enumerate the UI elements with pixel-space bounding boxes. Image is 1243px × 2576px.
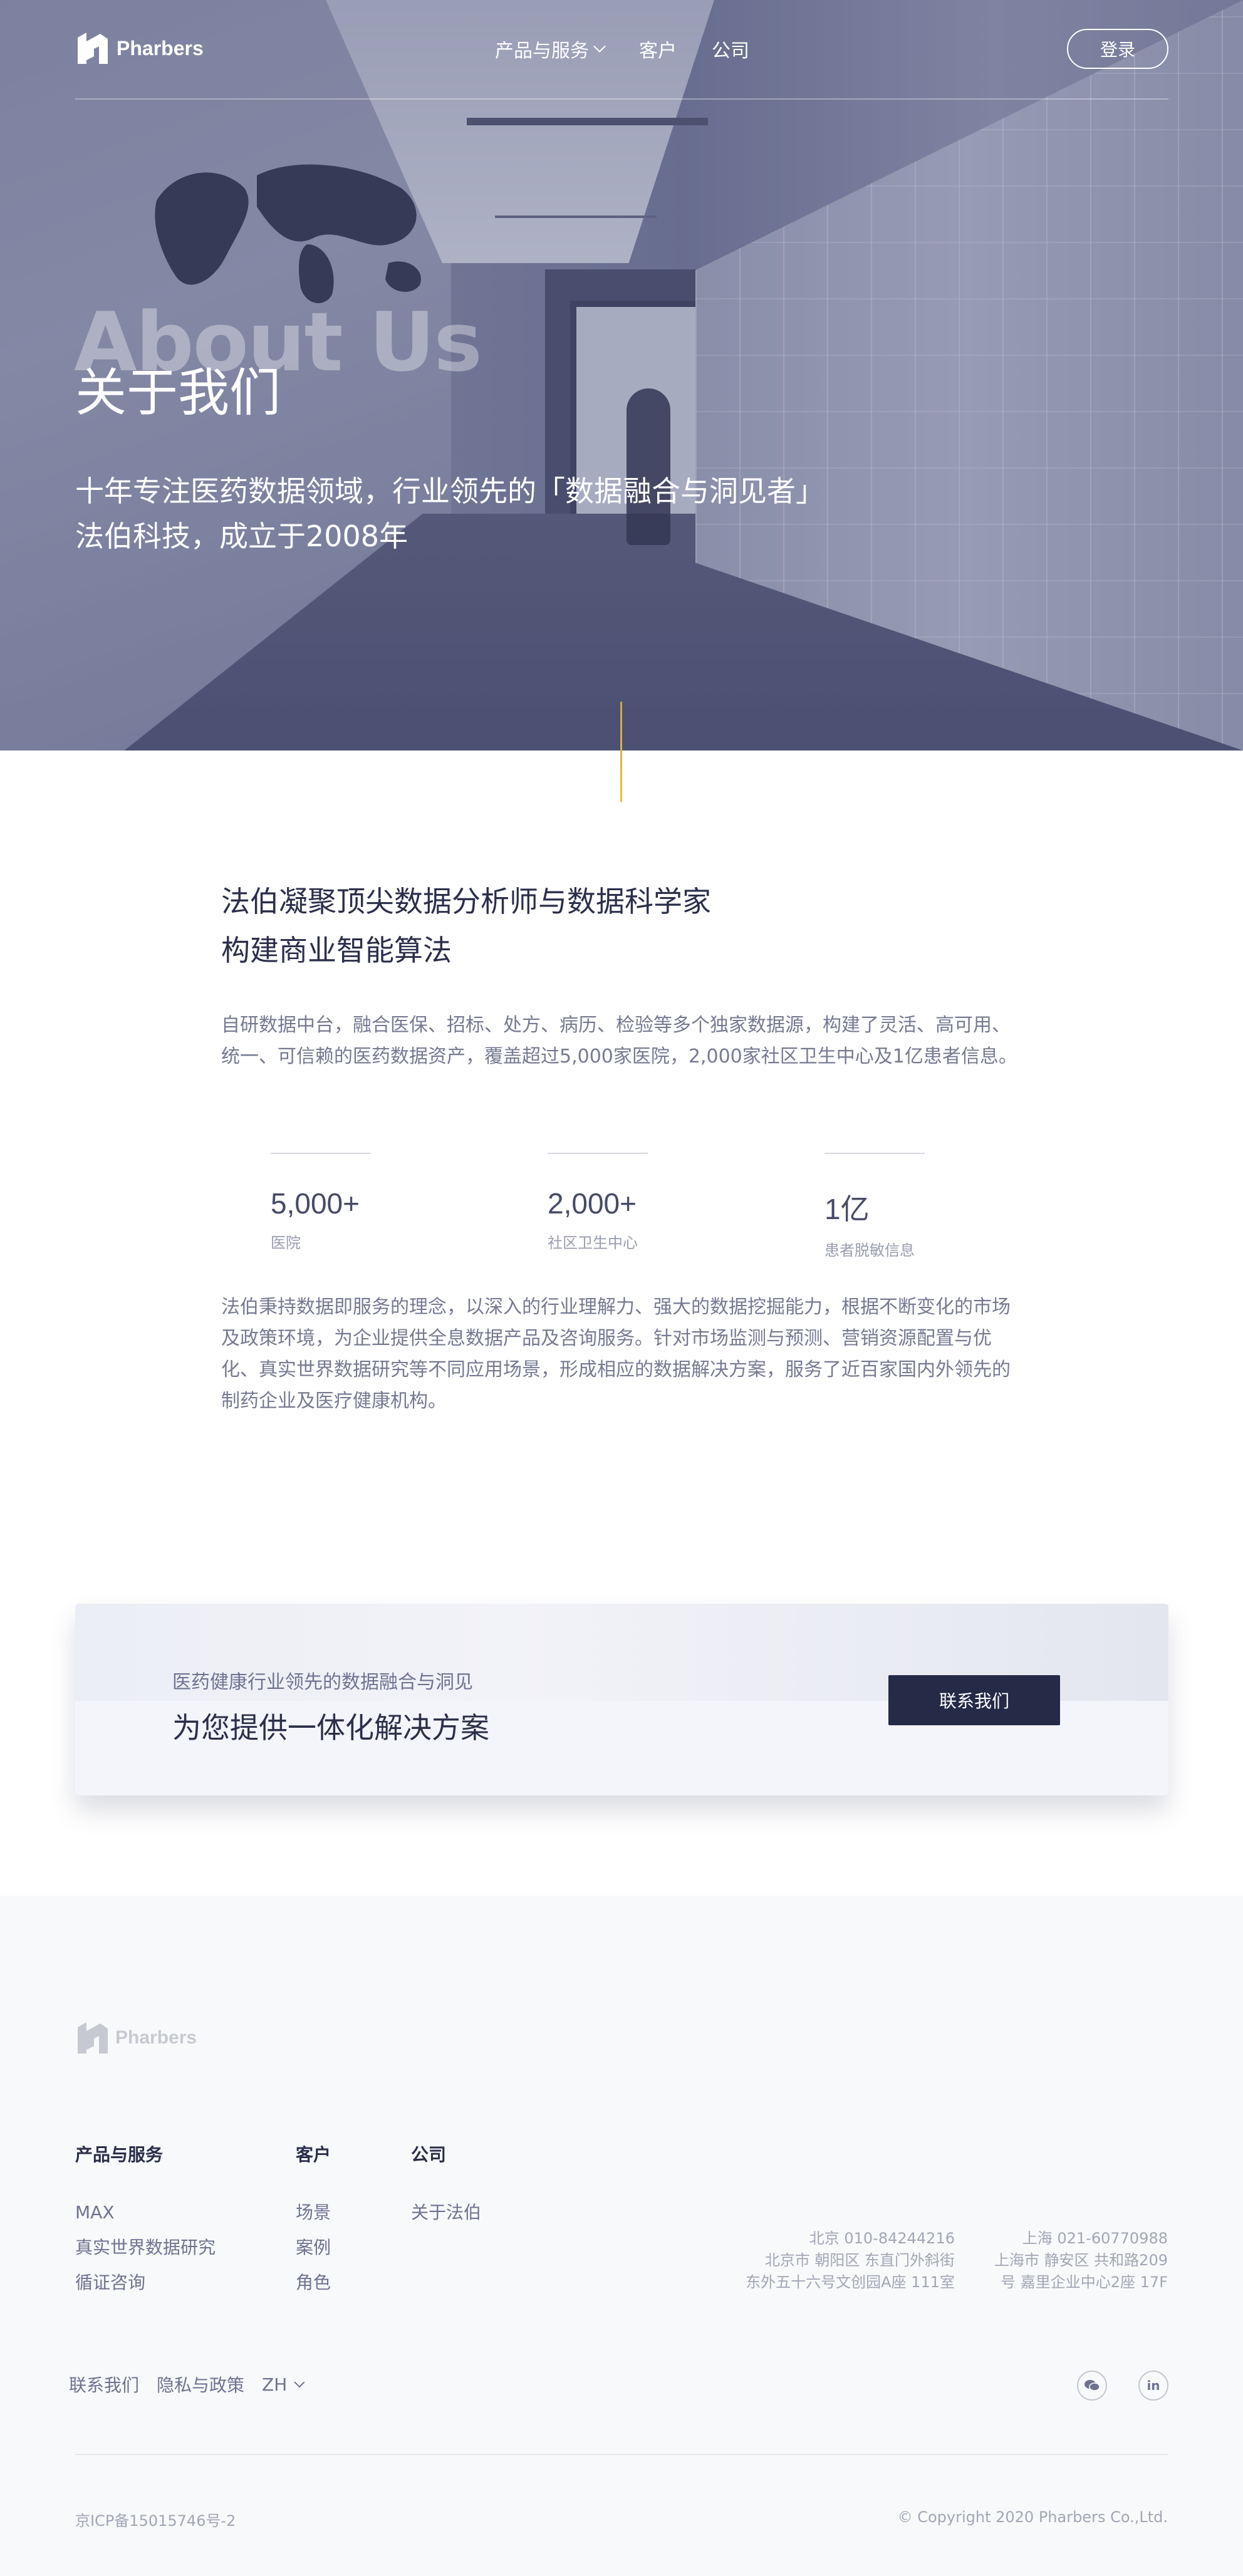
language-selector[interactable]: ZH [262, 2374, 305, 2395]
scroll-indicator-line [620, 702, 622, 802]
stat-divider [824, 1153, 925, 1154]
office-address: 东外五十六号文创园A座 111室 [746, 2273, 955, 2291]
nav-item-label: 产品与服务 [495, 40, 589, 62]
pharbers-logo-icon [78, 2022, 108, 2054]
footer-link-consulting[interactable]: 循证咨询 [75, 2265, 216, 2300]
footer-column-heading: 客户 [296, 2144, 331, 2165]
stat-label: 医院 [271, 1234, 301, 1252]
about-paragraph: 自研数据中台，融合医保、招标、处方、病历、检验等多个独家数据源，构建了灵活、高可… [221, 1014, 1017, 1067]
stat-divider [548, 1153, 648, 1154]
office-address: 上海市 静安区 共和路209 [994, 2251, 1168, 2269]
office-phone: 北京 010-84244216 [809, 2230, 955, 2247]
footer-link-scenarios[interactable]: 场景 [296, 2195, 331, 2230]
linkedin-icon[interactable]: in [1138, 2371, 1168, 2401]
footer-link-max[interactable]: MAX [75, 2195, 216, 2230]
stat-value: 1亿 [824, 1193, 870, 1225]
stat-patients: 1亿 患者脱敏信息 [824, 1153, 925, 1260]
pharbers-logo-icon [78, 33, 108, 64]
nav-item-label: 客户 [639, 40, 677, 62]
stat-hospitals: 5,000+ 医院 [271, 1153, 371, 1252]
about-heading: 法伯凝聚顶尖数据分析师与数据科学家 构建商业智能算法 [221, 877, 1023, 975]
copyright: © Copyright 2020 Pharbers Co.,Ltd. [897, 2508, 1168, 2526]
contact-us-button[interactable]: 联系我们 [888, 1675, 1060, 1725]
stat-label: 患者脱敏信息 [824, 1242, 915, 1259]
office-address: 北京市 朝阳区 东直门外斜街 [764, 2251, 955, 2269]
footer-link-roles[interactable]: 角色 [296, 2265, 331, 2300]
cta-subtitle: 医药健康行业领先的数据融合与洞见 [172, 1671, 473, 1693]
office-address: 号 嘉里企业中心2座 17F [1001, 2273, 1168, 2291]
nav-item-label: 公司 [712, 40, 749, 62]
footer-column-products: 产品与服务 MAX 真实世界数据研究 循证咨询 [75, 2141, 216, 2300]
top-nav: Pharbers 产品与服务 客户 公司 登录 [0, 0, 1243, 100]
footer-column-heading: 产品与服务 [75, 2144, 164, 2165]
wechat-glyph [1084, 2380, 1100, 2391]
hero-subtitle-line2: 法伯科技，成立于2008年 [75, 519, 408, 553]
footer-column-company: 公司 关于法伯 [411, 2141, 481, 2230]
stat-value: 5,000+ [271, 1187, 360, 1220]
icp-license: 京ICP备15015746号-2 [75, 2512, 236, 2530]
hero-subtitle: 十年专注医药数据领域，行业领先的「数据融合与洞见者」 法伯科技，成立于2008年 [75, 469, 824, 559]
nav-divider [75, 98, 1168, 100]
cta-card: 医药健康行业领先的数据融合与洞见 为您提供一体化解决方案 联系我们 [75, 1604, 1168, 1795]
footer-column-clients: 客户 场景 案例 角色 [296, 2141, 331, 2300]
brand-logo[interactable]: Pharbers [75, 29, 204, 68]
nav-item-company[interactable]: 公司 [712, 35, 749, 63]
about-section: 法伯凝聚顶尖数据分析师与数据科学家 构建商业智能算法 自研数据中台，融合医保、招… [221, 877, 1023, 1072]
chevron-down-icon [294, 2377, 305, 2388]
footer-link-rwd[interactable]: 真实世界数据研究 [75, 2230, 216, 2265]
about-heading-line2: 构建商业智能算法 [221, 933, 452, 967]
office-beijing: 北京 010-84244216 北京市 朝阳区 东直门外斜街 东外五十六号文创园… [746, 2228, 955, 2293]
nav-menu: 产品与服务 客户 公司 [495, 35, 749, 63]
footer-link-cases[interactable]: 案例 [296, 2230, 331, 2265]
language-label: ZH [262, 2374, 288, 2395]
footer-link-about[interactable]: 关于法伯 [411, 2195, 481, 2230]
login-button[interactable]: 登录 [1067, 29, 1168, 69]
footer-contact-link[interactable]: 联系我们 [69, 2372, 139, 2397]
footer-logo[interactable]: Pharbers [75, 2018, 197, 2057]
brand-name: Pharbers [117, 36, 204, 60]
nav-item-clients[interactable]: 客户 [639, 35, 677, 63]
footer-brand-name: Pharbers [115, 2027, 197, 2048]
stats-row: 5,000+ 医院 2,000+ 社区卫生中心 1亿 患者脱敏信息 [221, 1153, 1023, 1259]
footer-column-heading: 公司 [411, 2144, 447, 2165]
stat-community-centers: 2,000+ 社区卫生中心 [548, 1153, 648, 1252]
stat-value: 2,000+ [548, 1187, 637, 1220]
page-title: 关于我们 [75, 363, 281, 423]
nav-item-products[interactable]: 产品与服务 [495, 35, 606, 63]
about-paragraph-2: 法伯秉持数据即服务的理念，以深入的行业理解力、强大的数据挖掘能力，根据不断变化的… [221, 1296, 1011, 1412]
stat-divider [271, 1153, 371, 1154]
office-phone: 上海 021-60770988 [1022, 2230, 1168, 2247]
footer-bottom-links: 联系我们 隐私与政策 ZH [69, 2372, 305, 2397]
office-shanghai: 上海 021-60770988 上海市 静安区 共和路209 号 嘉里企业中心2… [994, 2228, 1168, 2293]
chevron-down-icon [593, 40, 606, 53]
footer: Pharbers 产品与服务 MAX 真实世界数据研究 循证咨询 客户 场景 案… [0, 1896, 1243, 2576]
hero-subtitle-line1: 十年专注医药数据领域，行业领先的「数据融合与洞见者」 [75, 474, 824, 508]
cta-title: 为您提供一体化解决方案 [172, 1711, 489, 1745]
stat-label: 社区卫生中心 [548, 1234, 638, 1252]
footer-privacy-link[interactable]: 隐私与政策 [157, 2372, 244, 2397]
wechat-icon[interactable] [1077, 2371, 1107, 2401]
footer-divider [75, 2454, 1168, 2455]
about-heading-line1: 法伯凝聚顶尖数据分析师与数据科学家 [221, 885, 711, 918]
